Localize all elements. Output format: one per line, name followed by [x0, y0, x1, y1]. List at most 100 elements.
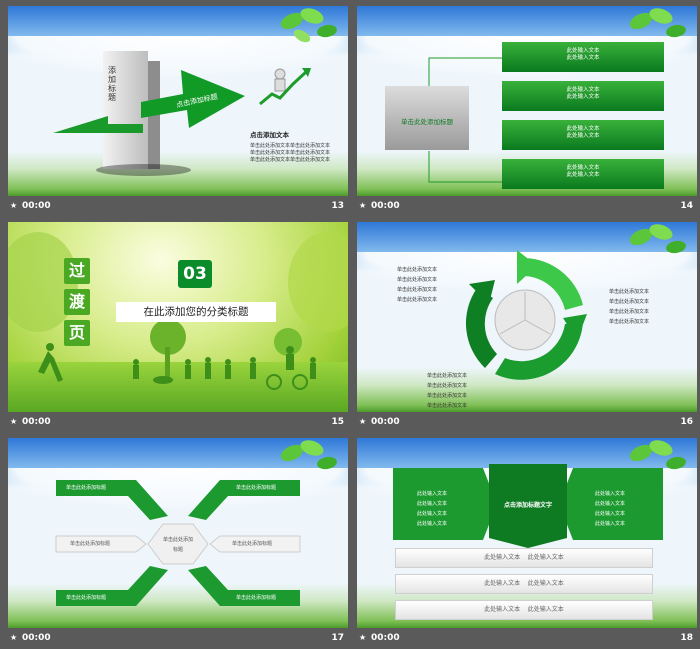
panel-line: 此处输入文本	[417, 501, 448, 507]
section-title: 在此添加您的分类标题	[116, 302, 276, 322]
leaves-decoration	[629, 8, 686, 38]
arrow-graphic	[53, 70, 245, 133]
center-label: 标题	[172, 547, 183, 553]
slide-number: 16	[680, 417, 693, 427]
label-line: 单击此处添加文本	[397, 267, 438, 273]
label-line: 单击此处添加文本	[397, 297, 438, 303]
text-line: 单击此处添加文本	[250, 143, 291, 149]
slide-preview: 单击此处添加标题 单击此处添加标题 单击此处添加标题 单击此处添加标题 单击此处…	[8, 438, 348, 628]
text-row: 此处输入文本 此处输入文本	[395, 574, 653, 594]
label-line: 单击此处添加文本	[609, 319, 650, 325]
cycle-diagram	[465, 250, 587, 380]
slide-thumbnail-17[interactable]: 单击此处添加标题 单击此处添加标题 单击此处添加标题 单击此处添加标题 单击此处…	[8, 438, 348, 647]
arrow-label: 单击此处添加标题	[236, 595, 277, 601]
vertical-char: 渡	[64, 289, 90, 315]
label-line: 单击此处添加文本	[397, 277, 438, 283]
slide-time: 00:00	[22, 201, 51, 211]
label-line: 单击此处添加文本	[609, 289, 650, 295]
arrows-diagram	[55, 480, 301, 606]
star-icon: ★	[359, 201, 367, 210]
panel-line: 此处输入文本	[595, 521, 626, 527]
thumbnail-bar: ★ 00:00 13	[8, 198, 348, 215]
label-group-bottom: 单击此处添加文本 单击此处添加文本 单击此处添加文本 单击此处添加文本	[427, 372, 467, 409]
content-box: 此处输入文本 此处输入文本	[502, 120, 664, 150]
panel-line: 此处输入文本	[417, 521, 448, 527]
center-panel-label: 点击添加标题文字	[503, 502, 552, 509]
box-line: 此处输入文本	[566, 55, 600, 61]
arrow-label: 单击此处添加标题	[66, 595, 107, 601]
slide-time: 00:00	[22, 417, 51, 427]
text-row: 此处输入文本 此处输入文本	[395, 548, 653, 568]
label-group-top-left: 单击此处添加文本 单击此处添加文本 单击此处添加文本 单击此处添加文本	[397, 266, 437, 303]
text-line: 单击此处添加文本	[290, 150, 331, 156]
content-box: 此处输入文本 此处输入文本	[502, 159, 664, 189]
slide-thumbnail-14[interactable]: 单击此处添加标题 此处输入文本 此处输入文本 此处输入文本 此处输入文本 此处输…	[357, 6, 697, 215]
thumbnail-bar: ★ 00:00 15	[8, 414, 348, 431]
star-icon: ★	[359, 633, 367, 642]
thumbnail-bar: ★ 00:00 17	[8, 630, 348, 647]
panel-line: 此处输入文本	[417, 491, 448, 497]
center-label: 单击此处添加	[162, 537, 193, 543]
text-heading: 点击添加文本	[250, 131, 289, 139]
arrow-label: 单击此处添加标题	[66, 485, 107, 491]
text-line: 单击此处添加文本	[250, 157, 291, 163]
slide-number: 18	[680, 633, 693, 643]
vertical-char: 页	[64, 320, 90, 346]
slide-thumbnail-16[interactable]: 单击此处添加文本 单击此处添加文本 单击此处添加文本 单击此处添加文本 单击此处…	[357, 222, 697, 431]
content-box: 此处输入文本 此处输入文本	[502, 81, 664, 111]
vertical-title: 过 渡 页	[64, 258, 90, 346]
text-line: 单击此处添加文本	[290, 143, 331, 149]
left-panel-text: 此处输入文本 此处输入文本 此处输入文本 此处输入文本	[417, 490, 447, 527]
slide-number: 15	[331, 417, 344, 427]
slide-number: 17	[331, 633, 344, 643]
text-lines: 单击此处添加文本 单击此处添加文本 单击此处添加文本 单击此处添加文本 单击此处…	[250, 142, 330, 163]
slide-thumbnail-15[interactable]: 过 渡 页 03 在此添加您的分类标题 ★ 00:00 15	[8, 222, 348, 431]
label-line: 单击此处添加文本	[609, 299, 650, 305]
text-row: 此处输入文本 此处输入文本	[395, 600, 653, 620]
leaves-decoration	[629, 224, 686, 254]
label-line: 单击此处添加文本	[427, 403, 468, 409]
thumbnail-bar: ★ 00:00 14	[357, 198, 697, 215]
arrow-label: 单击此处添加标题	[236, 485, 277, 491]
arrow-label: 单击此处添加标题	[232, 541, 273, 547]
label-line: 单击此处添加文本	[397, 287, 438, 293]
slide-thumbnail-18[interactable]: 此处输入文本 此处输入文本 此处输入文本 此处输入文本 点击添加标题文字 此处输…	[357, 438, 697, 647]
panel-line: 此处输入文本	[595, 511, 626, 517]
slide-preview: 单击此处添加标题 此处输入文本 此处输入文本 此处输入文本 此处输入文本 此处输…	[357, 6, 697, 196]
box-line: 此处输入文本	[566, 87, 600, 93]
box-line: 此处输入文本	[566, 48, 600, 54]
label-line: 单击此处添加文本	[427, 393, 468, 399]
slide-thumbnail-13[interactable]: 添加标题 点击添加标题 点击添加文本 单击此处添加文本 单击此处添加文本 单击此…	[8, 6, 348, 215]
slide-preview: 单击此处添加文本 单击此处添加文本 单击此处添加文本 单击此处添加文本 单击此处…	[357, 222, 697, 412]
section-number: 03	[178, 260, 212, 288]
label-line: 单击此处添加文本	[427, 373, 468, 379]
thumbnail-bar: ★ 00:00 16	[357, 414, 697, 431]
box-line: 此处输入文本	[566, 172, 600, 178]
panel-line: 此处输入文本	[417, 511, 448, 517]
star-icon: ★	[10, 201, 18, 210]
box-line: 此处输入文本	[566, 165, 600, 171]
box-line: 此处输入文本	[566, 126, 600, 132]
star-icon: ★	[359, 417, 367, 426]
slide-time: 00:00	[22, 633, 51, 643]
slide-time: 00:00	[371, 201, 400, 211]
label-group-right: 单击此处添加文本 单击此处添加文本 单击此处添加文本 单击此处添加文本	[609, 288, 649, 325]
box-line: 此处输入文本	[566, 133, 600, 139]
text-line: 单击此处添加文本	[290, 157, 331, 163]
connector-lines	[428, 57, 502, 183]
star-icon: ★	[10, 633, 18, 642]
star-icon: ★	[10, 417, 18, 426]
box-line: 此处输入文本	[566, 94, 600, 100]
vertical-char: 过	[64, 258, 90, 284]
leaves-decoration	[280, 8, 337, 43]
slide-number: 14	[680, 201, 693, 211]
slide-number: 13	[331, 201, 344, 211]
text-line: 单击此处添加文本	[250, 150, 291, 156]
slide-time: 00:00	[371, 417, 400, 427]
panel-line: 此处输入文本	[595, 491, 626, 497]
slide-preview: 此处输入文本 此处输入文本 此处输入文本 此处输入文本 点击添加标题文字 此处输…	[357, 438, 697, 628]
right-panel-text: 此处输入文本 此处输入文本 此处输入文本 此处输入文本	[595, 490, 625, 527]
content-box: 此处输入文本 此处输入文本	[502, 42, 664, 72]
panel-line: 此处输入文本	[595, 501, 626, 507]
arrow-label: 单击此处添加标题	[70, 541, 111, 547]
